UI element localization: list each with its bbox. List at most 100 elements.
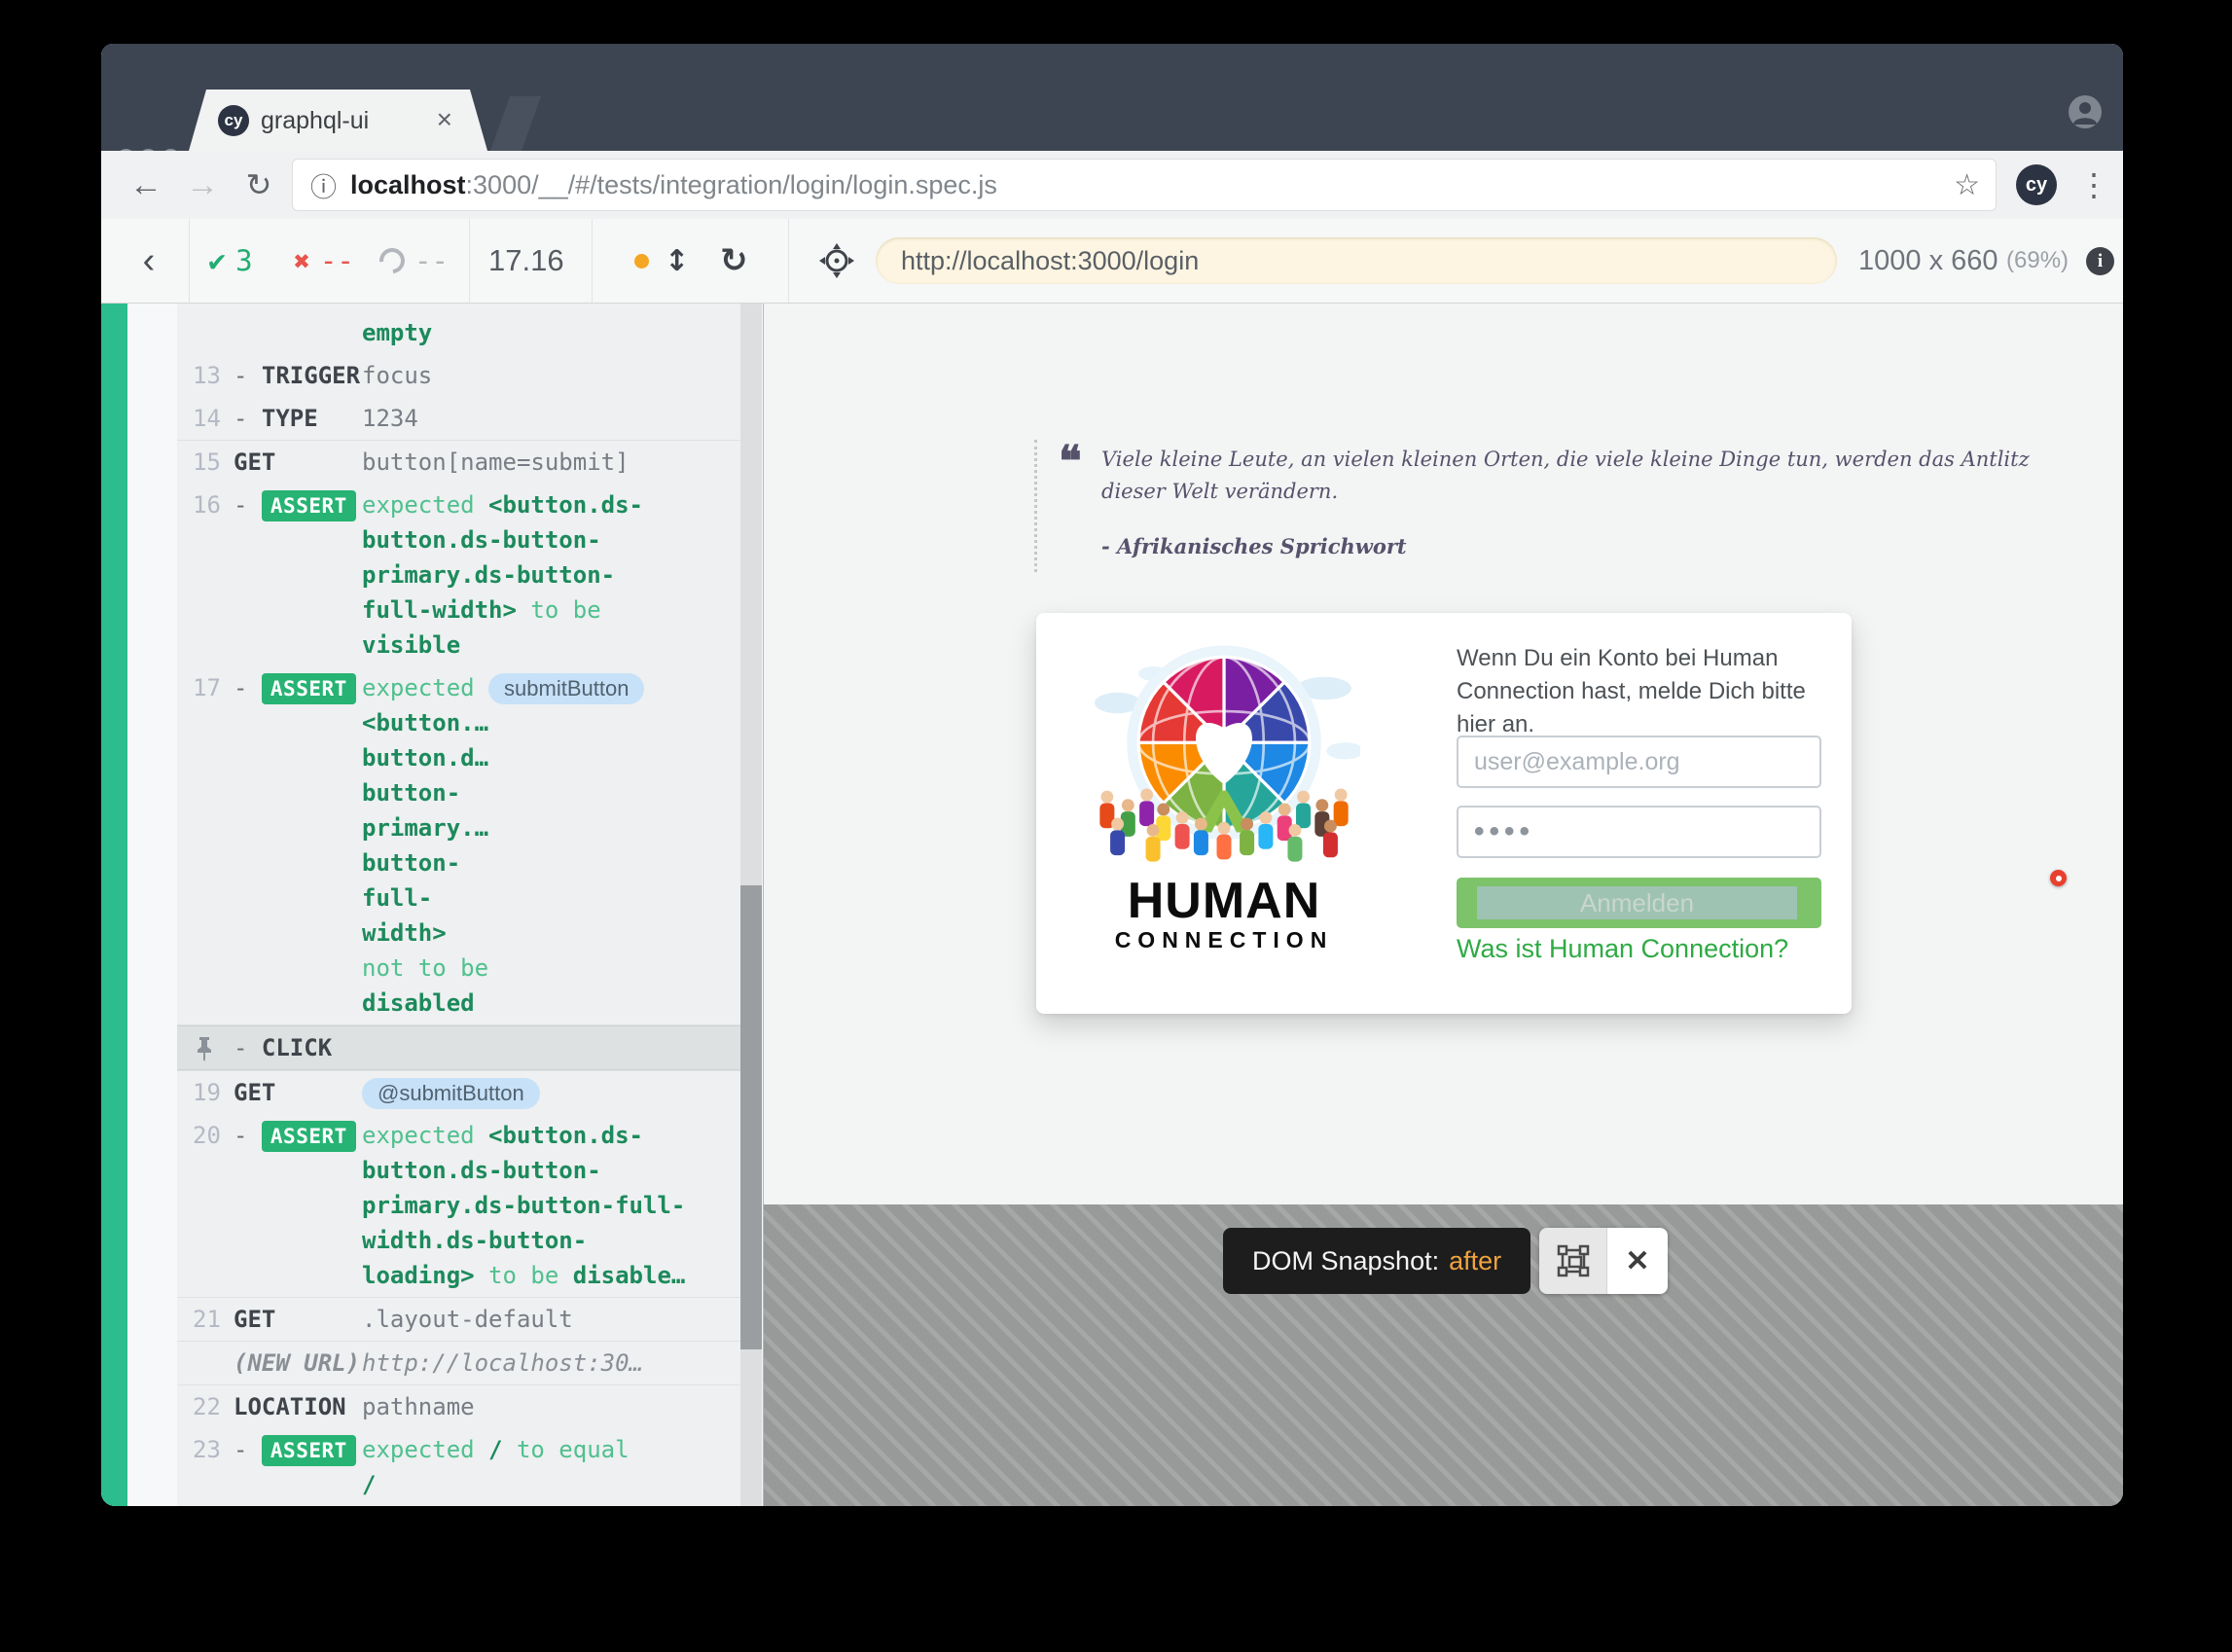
log-command-name: - CLICK: [234, 1030, 362, 1065]
url-host: localhost: [350, 170, 466, 199]
viewport-size: 1000 x 660: [1858, 219, 1998, 303]
email-field[interactable]: [1457, 736, 1821, 788]
toolbar-divider: [469, 219, 470, 303]
log-command-name: - ASSERT: [234, 487, 362, 663]
assert-badge: ASSERT: [262, 1121, 356, 1152]
log-value-text: focus: [362, 362, 432, 389]
command-log: empty13- TRIGGERfocus14- TYPE123415GETbu…: [177, 304, 741, 1506]
log-value-text: disable…: [573, 1262, 686, 1289]
log-line-number: 23: [193, 1432, 234, 1502]
new-tab-button[interactable]: [490, 96, 541, 151]
log-row[interactable]: (NEW URL)http://localhost:30…: [177, 1342, 741, 1384]
log-line-number: 22: [193, 1389, 234, 1424]
cypress-click-marker-icon: [2050, 870, 2067, 886]
log-line-number: [193, 1346, 234, 1381]
tab-close-icon[interactable]: ×: [437, 105, 452, 134]
forward-icon[interactable]: →: [181, 151, 224, 219]
selector-playground-icon[interactable]: [817, 219, 856, 303]
tab-title: graphql-ui: [261, 107, 369, 135]
log-line-number: 19: [193, 1075, 234, 1110]
log-value-text: button.ds-button-: [362, 526, 601, 554]
log-row[interactable]: 14- TYPE1234: [177, 397, 741, 440]
log-command-name: - ASSERT: [234, 1118, 362, 1293]
log-line-number: [193, 315, 234, 350]
log-row[interactable]: 20- ASSERTexpected <button.ds-button.ds-…: [177, 1114, 741, 1297]
browser-titlebar: cy graphql-ui ×: [101, 44, 2123, 151]
toolbar-divider: [788, 219, 789, 303]
cypress-extension-icon[interactable]: cy: [2016, 164, 2057, 205]
log-value-text: not to be: [362, 954, 488, 982]
log-row[interactable]: 19GET@submitButton: [177, 1071, 741, 1114]
quote-line-2: dieser Welt verändern.: [1101, 480, 1338, 503]
url-path: :3000/__/#/tests/integration/login/login…: [466, 170, 997, 199]
log-value-text: expected: [362, 674, 488, 701]
toolbar-divider: [592, 219, 593, 303]
browser-menu-icon[interactable]: ⋮: [2074, 151, 2113, 219]
assert-badge: ASSERT: [262, 1435, 356, 1466]
aut-preview-pane: ❝ Viele kleine Leute, an vielen kleinen …: [764, 304, 2123, 1506]
log-value-text: visible: [362, 631, 460, 659]
intro-line-2: Connection hast, melde Dich bitte: [1457, 678, 1806, 704]
log-line-number: 14: [193, 401, 234, 436]
log-command-name: GET: [234, 1075, 362, 1110]
back-icon[interactable]: ←: [125, 151, 167, 219]
person-icon: [2069, 95, 2102, 128]
log-line-number: 15: [193, 445, 234, 480]
log-command-value: http://localhost:30…: [362, 1346, 741, 1381]
updown-arrow-icon: ↕: [665, 244, 689, 278]
log-value-text: /: [488, 1436, 502, 1463]
log-value-text: expected: [362, 1122, 488, 1149]
log-command-value: focus: [362, 358, 741, 393]
auto-scroll-control[interactable]: ↕: [634, 219, 689, 303]
cypress-favicon-icon: cy: [218, 105, 249, 136]
log-line-number: 20: [193, 1118, 234, 1293]
log-value-text: primary.…: [362, 814, 488, 842]
reload-icon[interactable]: ↻: [237, 151, 280, 219]
log-command-value: 1234: [362, 401, 741, 436]
log-row[interactable]: 15GETbutton[name=submit]: [177, 441, 741, 484]
logo-column: HUMAN CONNECTION: [1083, 638, 1365, 953]
browser-tab[interactable]: cy graphql-ui ×: [189, 90, 487, 151]
restart-tests-icon[interactable]: ↻: [720, 219, 748, 303]
aut-frame: ❝ Viele kleine Leute, an vielen kleinen …: [764, 304, 2123, 1204]
log-command-value: expected submitButton <button.…button.d……: [362, 670, 741, 1021]
snapshot-controls: ✕: [1539, 1228, 1668, 1294]
browser-profile-avatar[interactable]: [2069, 95, 2102, 128]
bookmark-star-icon[interactable]: ☆: [1954, 168, 1980, 202]
log-command-name: - ASSERT: [234, 670, 362, 1021]
reporter-scrollbar[interactable]: [740, 304, 762, 1506]
page-info-icon[interactable]: ⓘ: [310, 166, 337, 204]
login-form: Wenn Du ein Konto bei Human Connection h…: [1457, 613, 1821, 1014]
log-row[interactable]: - CLICK: [177, 1025, 741, 1070]
log-value-text: expected: [362, 1436, 488, 1463]
log-command-name: - TYPE: [234, 401, 362, 436]
log-line-number: 16: [193, 487, 234, 663]
submit-button-label: Anmelden: [1580, 888, 1694, 918]
intro-line-1: Wenn Du ein Konto bei Human: [1457, 645, 1778, 671]
reporter-scrollbar-thumb[interactable]: [740, 885, 762, 1349]
address-bar[interactable]: ⓘ localhost:3000/__/#/tests/integration/…: [292, 159, 1997, 211]
log-row[interactable]: 22LOCATIONpathname: [177, 1385, 741, 1428]
log-row[interactable]: 13- TRIGGERfocus: [177, 354, 741, 397]
log-value-text: full-: [362, 884, 432, 912]
log-row[interactable]: 23- ASSERTexpected / to equal/: [177, 1428, 741, 1506]
log-row[interactable]: 16- ASSERTexpected <button.ds-button.ds-…: [177, 484, 741, 666]
log-command-value: empty: [362, 315, 741, 350]
log-row[interactable]: empty: [177, 304, 741, 354]
snapshot-close-button[interactable]: ✕: [1607, 1228, 1668, 1294]
log-row[interactable]: 21GET.layout-default: [177, 1298, 741, 1341]
password-field[interactable]: [1457, 806, 1821, 858]
submit-button[interactable]: Anmelden: [1457, 878, 1821, 928]
collapse-reporter-icon[interactable]: ‹: [128, 219, 169, 303]
viewport-info-icon[interactable]: i: [2086, 247, 2114, 275]
log-row[interactable]: 17- ASSERTexpected submitButton <button.…: [177, 666, 741, 1024]
intro-line-3: hier an.: [1457, 711, 1534, 737]
log-value-text: width.ds-button-: [362, 1227, 587, 1254]
stat-pending: --: [379, 219, 449, 303]
logo-subtitle: CONNECTION: [1083, 927, 1365, 953]
passed-count: 3: [235, 244, 252, 277]
aut-url-field[interactable]: http://localhost:3000/login: [876, 237, 1837, 284]
what-is-link[interactable]: Was ist Human Connection?: [1457, 934, 1788, 964]
log-value-text: to equal: [503, 1436, 630, 1463]
snapshot-highlight-toggle-button[interactable]: [1539, 1228, 1607, 1294]
